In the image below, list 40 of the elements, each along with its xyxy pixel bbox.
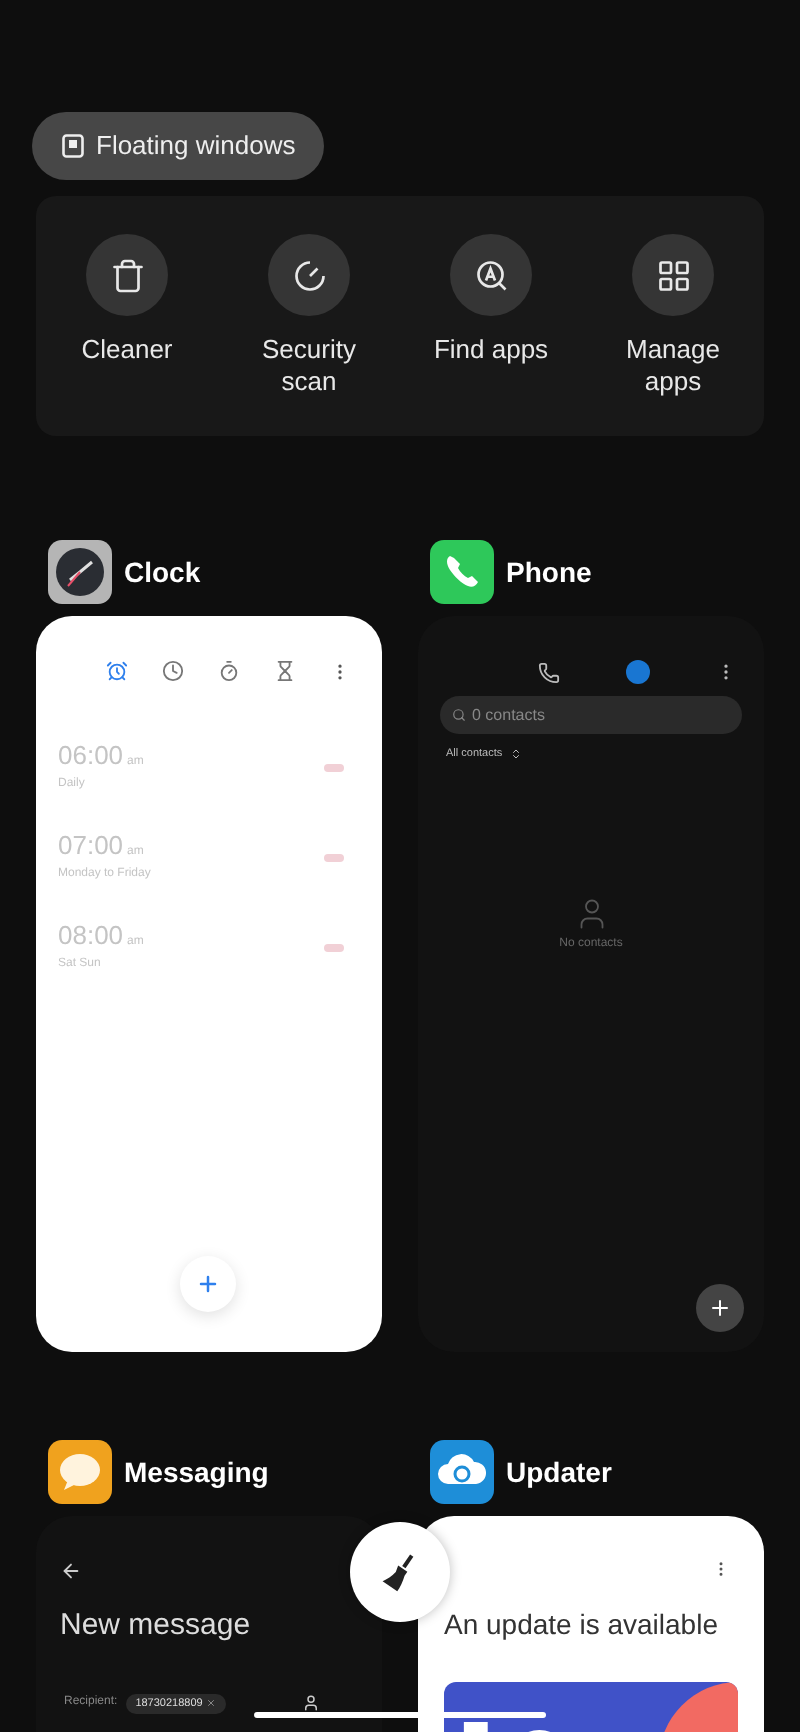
contacts-tab[interactable] (626, 660, 650, 684)
alarm-toggle[interactable] (324, 764, 344, 772)
tool-button[interactable]: Find apps (400, 234, 582, 366)
alarm-time: 06:00 (58, 742, 124, 768)
updater-window[interactable]: An update is available (418, 1516, 764, 1732)
app-name: Phone (506, 553, 592, 591)
plus-icon (196, 1272, 220, 1296)
alarm-toggle[interactable] (324, 854, 344, 862)
app-name: Clock (124, 553, 201, 591)
stopwatch-tab[interactable] (218, 660, 240, 682)
calls-tab[interactable] (538, 661, 560, 683)
tool-button[interactable]: Security scan (218, 234, 400, 398)
updater-app-icon (430, 1440, 494, 1504)
alarm-time: 08:00 (58, 922, 124, 948)
search-app-icon (473, 257, 509, 293)
window-icon (62, 134, 84, 158)
app-name: Messaging (124, 1453, 269, 1492)
app-name: Updater (506, 1453, 612, 1492)
alarm-toggle[interactable] (324, 944, 344, 952)
contact-icon (302, 1694, 321, 1713)
gauge-icon (291, 257, 327, 293)
clock-tab[interactable] (162, 660, 184, 682)
alarm-tab[interactable] (106, 660, 128, 682)
add-contact-button[interactable] (696, 1284, 744, 1332)
phone-app-icon (430, 540, 494, 604)
message-title: New message (60, 1606, 253, 1646)
back-icon (60, 1560, 82, 1582)
clock-app-icon (48, 540, 112, 604)
timer-tab[interactable] (274, 660, 296, 682)
update-title: An update is available (444, 1606, 720, 1644)
tool-button[interactable]: Cleaner (36, 234, 218, 366)
tool-button[interactable]: Manage apps (582, 234, 764, 398)
trash-icon (109, 257, 145, 293)
plus-icon (708, 1296, 732, 1320)
messaging-app-icon (48, 1440, 112, 1504)
grid-icon (655, 257, 691, 293)
floating-windows-button[interactable]: Floating windows (32, 112, 324, 180)
alarm-time: 07:00 (58, 832, 124, 858)
search-field[interactable]: 0 contacts (440, 696, 742, 734)
search-icon (452, 708, 466, 722)
